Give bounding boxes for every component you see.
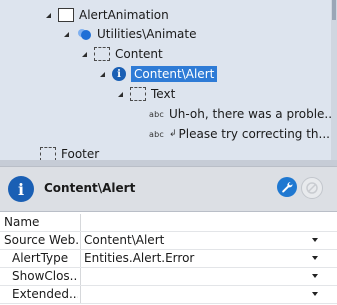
property-name: Source Web...: [4, 233, 78, 247]
property-name: Extended...: [12, 287, 78, 301]
column-divider: [80, 214, 81, 231]
web-block-icon: [76, 27, 92, 41]
tree-node-label: Utilities\Animate: [97, 27, 197, 41]
dropdown-arrow-icon[interactable]: [312, 292, 318, 296]
property-row-showclose[interactable]: ShowClos...: [0, 268, 337, 286]
dropdown-arrow-icon[interactable]: [312, 238, 318, 242]
expand-arrow-icon[interactable]: [80, 45, 90, 63]
tree-node-text-expression-1[interactable]: abc Uh-oh, there was a proble...: [149, 105, 331, 123]
block-icon: [58, 8, 74, 22]
property-row-extended[interactable]: Extended...: [0, 286, 337, 304]
tree-node-label: Uh-oh, there was a proble...: [168, 107, 331, 121]
text-expression-icon: abc: [149, 129, 164, 139]
column-divider: [80, 250, 81, 267]
expand-arrow-icon[interactable]: [116, 85, 126, 103]
column-divider: [80, 232, 81, 249]
tree-node-label-selected: Content\Alert: [131, 66, 218, 82]
translation-flag-icon: ↲: [168, 129, 177, 139]
info-icon: i: [8, 176, 34, 202]
tree-node-label: Please try correcting th...: [178, 127, 330, 141]
placeholder-icon: [40, 147, 56, 160]
expand-arrow-icon[interactable]: [98, 65, 108, 83]
properties-grid: Name Source Web... Content\Alert AlertTy…: [0, 214, 337, 304]
property-value-select[interactable]: Entities.Alert.Error: [84, 251, 306, 265]
column-divider: [80, 286, 81, 303]
property-name: ShowClos...: [12, 269, 78, 283]
widget-tree: AlertAnimation Utilities\Animate Content…: [0, 0, 331, 160]
property-name: Name: [4, 215, 40, 229]
dropdown-arrow-icon[interactable]: [312, 274, 318, 278]
tree-node-alertanimation[interactable]: AlertAnimation: [44, 6, 169, 24]
tree-node-label: Footer: [61, 147, 100, 160]
tree-scrollbar[interactable]: [331, 0, 337, 160]
toggle-icon[interactable]: [301, 177, 323, 199]
placeholder-icon: [130, 87, 146, 101]
text-expression-icon: abc: [149, 109, 164, 119]
tree-node-label: AlertAnimation: [79, 8, 169, 22]
property-name: AlertType: [12, 251, 69, 265]
expand-arrow-icon[interactable]: [62, 25, 72, 43]
tree-node-text[interactable]: Text: [116, 85, 175, 103]
property-row-alerttype[interactable]: AlertType Entities.Alert.Error: [0, 250, 337, 268]
tree-node-content[interactable]: Content: [80, 45, 163, 63]
expand-arrow-icon[interactable]: [44, 6, 54, 24]
tree-node-content-alert[interactable]: i Content\Alert: [98, 65, 218, 83]
tree-node-text-expression-2[interactable]: abc ↲ Please try correcting th...: [149, 125, 330, 143]
info-icon: i: [112, 67, 126, 81]
property-row-source-webblock[interactable]: Source Web... Content\Alert: [0, 232, 337, 250]
placeholder-icon: [94, 47, 110, 61]
tree-node-utilities-animate[interactable]: Utilities\Animate: [62, 25, 197, 43]
tree-node-label: Content: [115, 47, 163, 61]
tree-node-footer[interactable]: Footer: [40, 145, 99, 160]
wrench-icon[interactable]: [277, 177, 297, 197]
column-divider: [80, 268, 81, 285]
property-row-name[interactable]: Name: [0, 214, 337, 232]
properties-title: Content\Alert: [44, 181, 136, 195]
tree-node-label: Text: [151, 87, 176, 101]
dropdown-arrow-icon[interactable]: [312, 256, 318, 260]
scrollbar-thumb[interactable]: [332, 0, 336, 20]
property-value-select[interactable]: Content\Alert: [84, 233, 306, 247]
